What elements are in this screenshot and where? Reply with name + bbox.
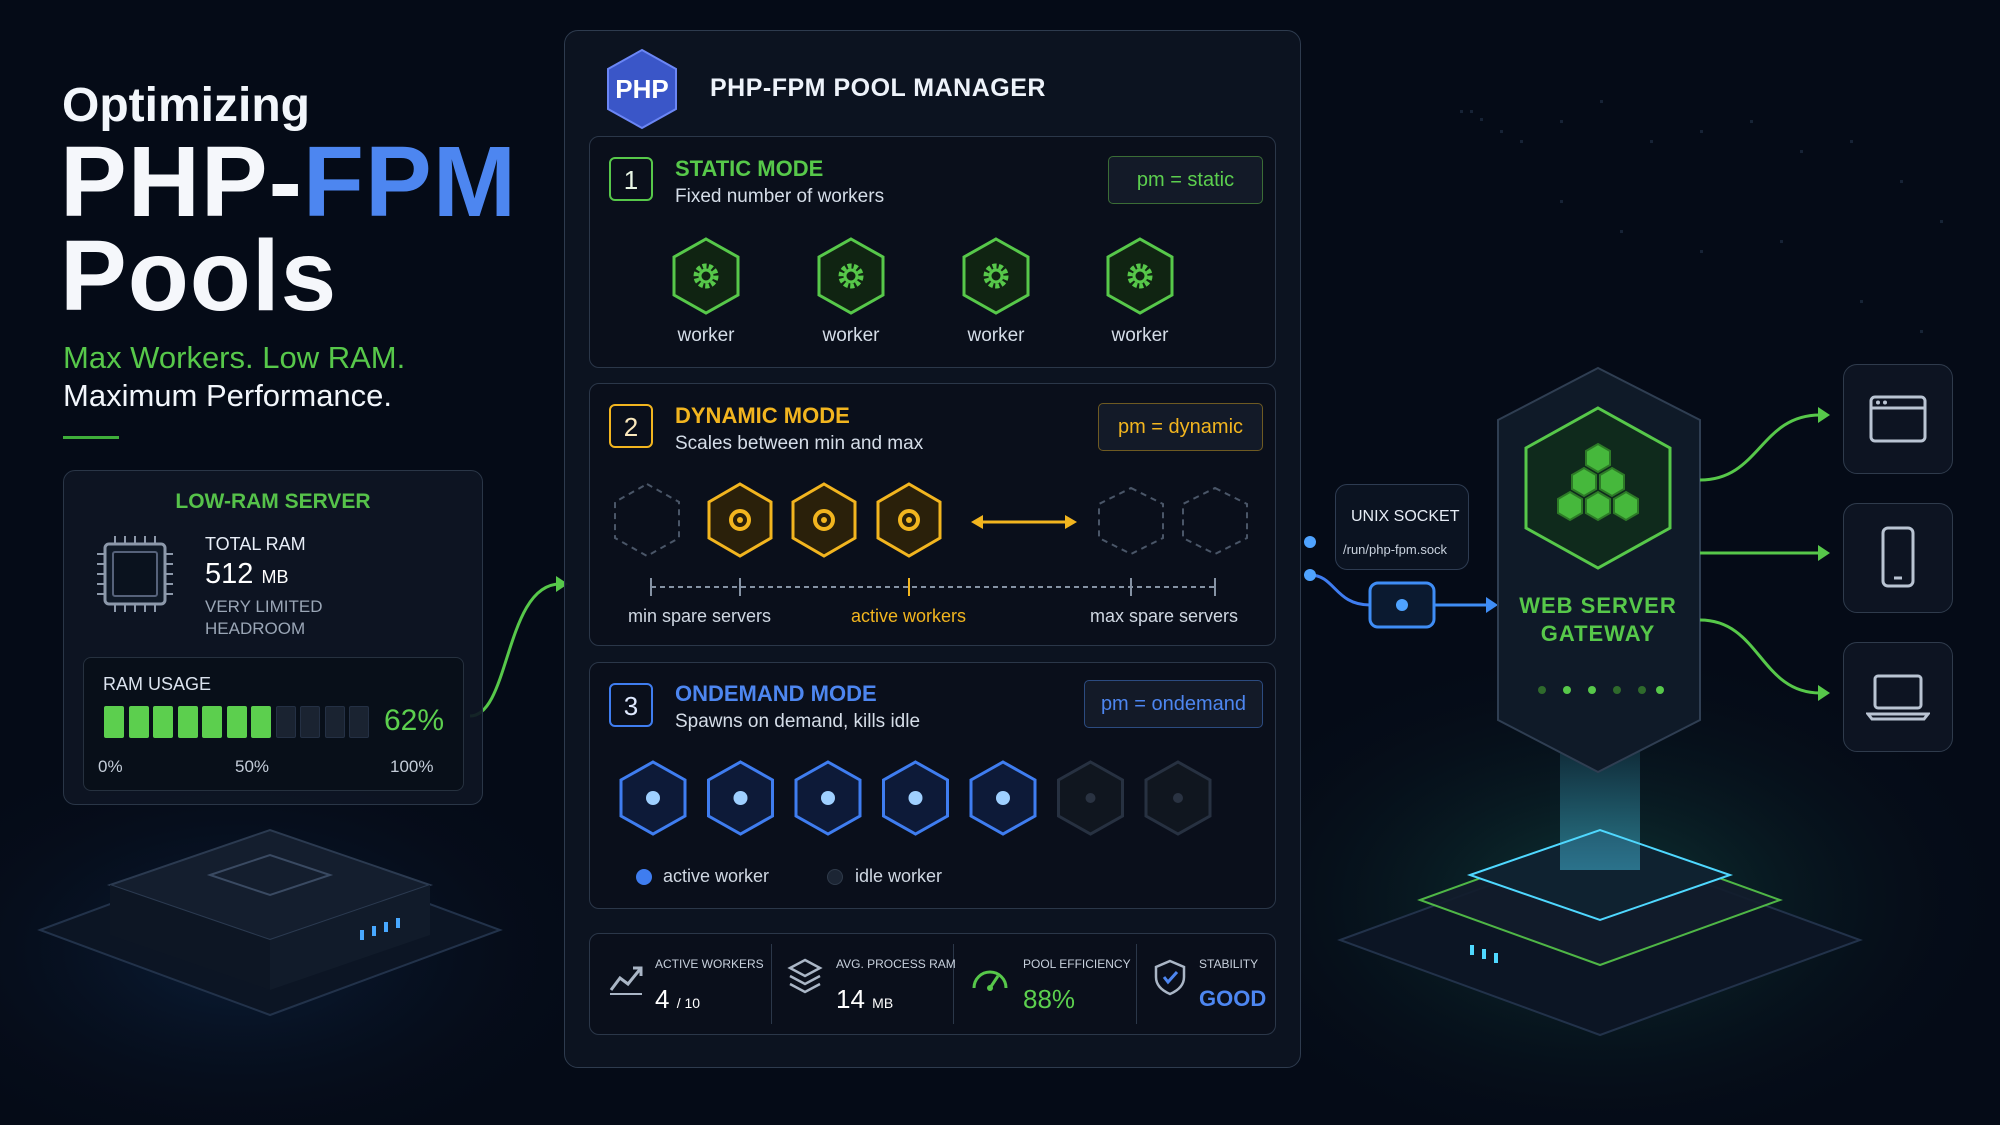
static-mode-title: STATIC MODE [675, 156, 824, 181]
ram-usage-label: RAM USAGE [103, 674, 212, 694]
max-spare-label: max spare servers [1090, 606, 1239, 626]
unix-socket-card [1335, 484, 1469, 570]
smartphone-icon [1881, 526, 1915, 588]
hero-tagline-2: Maximum Performance. [63, 378, 393, 413]
static-worker-label: worker [1111, 325, 1169, 346]
ram-tick-100: 100% [390, 757, 434, 776]
static-worker-label: worker [677, 325, 735, 346]
total-ram-label: TOTAL RAM [205, 534, 306, 554]
unix-socket-path: /run/php-fpm.sock [1343, 542, 1448, 557]
static-mode-desc: Fixed number of workers [675, 186, 885, 207]
pm-static-badge: pm = static [1108, 156, 1263, 204]
ram-bar-segment [251, 706, 271, 738]
legend-idle-dot [827, 869, 843, 885]
ondemand-active-worker [969, 760, 1037, 836]
metric-active-label: ACTIVE WORKERS [655, 957, 764, 971]
ondemand-mode-number: 3 [609, 683, 653, 727]
metric-efficiency-label: POOL EFFICIENCY [1023, 957, 1131, 971]
total-ram-value: 512 MB [205, 558, 289, 590]
php-logo-icon: PHP [607, 48, 677, 130]
cluster-icon [1557, 442, 1639, 522]
metrics-divider [1136, 944, 1137, 1024]
ram-bar-segment [349, 706, 369, 738]
browser-window-icon [1869, 395, 1927, 443]
ram-usage-percent: 62% [384, 704, 445, 737]
dynamic-mode-desc: Scales between min and max [675, 433, 924, 454]
ondemand-mode-title: ONDEMAND MODE [675, 681, 877, 706]
ondemand-idle-worker [1057, 760, 1124, 836]
ram-bar-segment [177, 706, 198, 738]
manager-title: PHP-FPM POOL MANAGER [710, 74, 1046, 102]
metric-ram-value: 14 MB [836, 984, 894, 1014]
chip-icon [97, 536, 173, 612]
min-spare-label: min spare servers [628, 606, 772, 626]
ram-bar-segment [275, 706, 296, 738]
static-worker-label: worker [822, 325, 880, 346]
ram-bar-segment [153, 706, 173, 738]
laptop-icon [1866, 674, 1930, 721]
static-worker-hex-icon [962, 237, 1030, 315]
hero-divider [63, 436, 119, 439]
metrics-divider [953, 944, 954, 1024]
ram-bar-segment [324, 706, 345, 738]
dynamic-mode-number: 2 [609, 404, 653, 448]
hero-pretitle: Optimizing [62, 79, 310, 132]
layers-icon [787, 958, 823, 994]
pm-dynamic-badge: pm = dynamic [1098, 403, 1263, 451]
headroom-note: VERY LIMITED HEADROOM [205, 597, 323, 638]
ondemand-idle-worker [1144, 760, 1212, 836]
metric-stability-value: GOOD [1199, 986, 1267, 1011]
ram-tick-50: 50% [235, 757, 270, 776]
ondemand-active-worker [882, 760, 949, 836]
metric-stability-label: STABILITY [1199, 957, 1259, 971]
hero-title: PHP-FPM Pools [60, 132, 517, 326]
active-workers-label: active workers [851, 606, 967, 626]
metric-efficiency-value: 88% [1023, 984, 1076, 1014]
dynamic-range-line [650, 578, 1216, 596]
metric-ram-label: AVG. PROCESS RAM [836, 957, 956, 971]
legend-active-dot [636, 869, 652, 885]
dynamic-mode-title: DYNAMIC MODE [675, 403, 850, 428]
dynamic-active-workers [707, 482, 942, 558]
static-worker-hex-icon [1106, 237, 1174, 315]
ram-bar-segment [300, 706, 320, 738]
ondemand-workers-diagram [619, 760, 1212, 836]
static-worker-hex-icon [817, 237, 885, 315]
dynamic-workers-diagram [614, 482, 1248, 596]
ondemand-mode-desc: Spawns on demand, kills idle [675, 711, 921, 732]
legend-idle-label: idle worker [855, 866, 943, 886]
gauge-icon [972, 970, 1008, 991]
gateway-status-dots [1538, 686, 1664, 694]
server-title: LOW-RAM SERVER [175, 490, 371, 513]
ram-bar-segment [128, 706, 149, 738]
metric-active-value: 4 / 10 [655, 984, 701, 1014]
svg-text:PHP: PHP [615, 74, 668, 104]
shield-icon [1154, 959, 1186, 996]
ram-bar-segment [202, 706, 222, 738]
unix-socket-title: UNIX SOCKET [1351, 508, 1460, 525]
ondemand-active-worker [619, 760, 687, 836]
dynamic-scale-arrow [971, 515, 1077, 529]
ram-bar-segment [226, 706, 247, 738]
hero-tagline-1: Max Workers. Low RAM. [63, 340, 406, 375]
static-worker-label: worker [967, 325, 1025, 346]
ram-bar-segment [104, 706, 124, 738]
metrics-divider [771, 944, 772, 1024]
trend-chart-icon [609, 966, 643, 995]
static-worker-hex-icon [672, 237, 740, 315]
ondemand-active-worker [794, 760, 862, 836]
ram-tick-0: 0% [98, 757, 123, 776]
dynamic-spare-hex-left [614, 482, 680, 558]
pm-ondemand-badge: pm = ondemand [1084, 680, 1263, 728]
gateway-title: WEB SERVER GATEWAY [1519, 593, 1677, 646]
static-mode-number: 1 [609, 157, 653, 201]
hero-title-pools: Pools [60, 220, 338, 332]
ondemand-active-worker [707, 760, 774, 836]
legend-active-label: active worker [663, 866, 770, 886]
